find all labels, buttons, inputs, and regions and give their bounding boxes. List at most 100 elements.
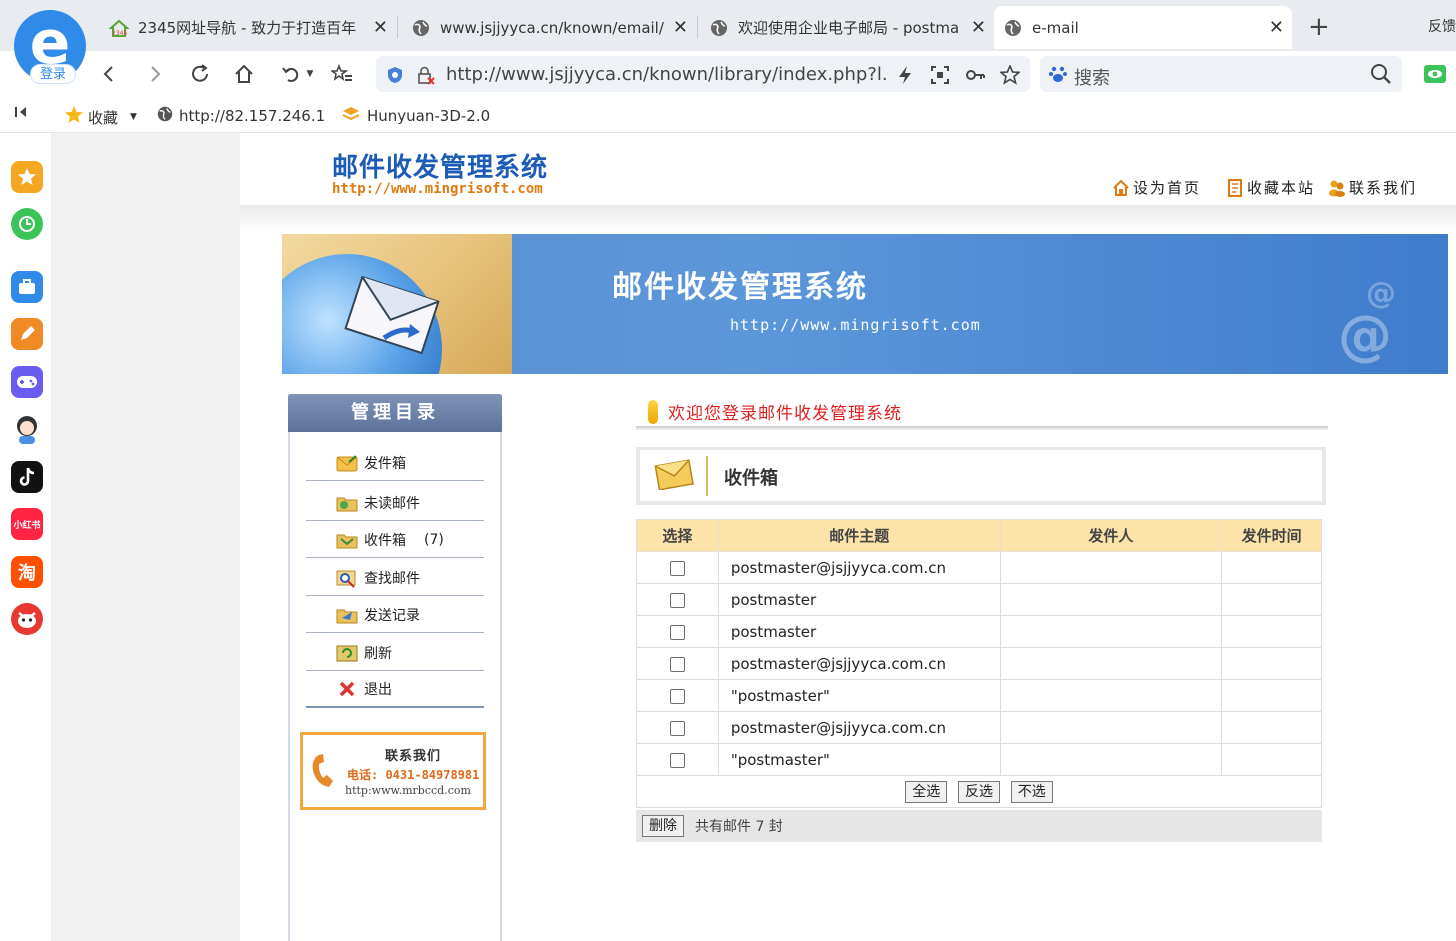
- row-checkbox[interactable]: [669, 624, 685, 640]
- avatar-icon[interactable]: [11, 413, 43, 445]
- menu-item-refresh[interactable]: 刷新: [306, 635, 484, 671]
- contact-us-box[interactable]: 联系我们 电话: 0431-84978981 http:www.mrbccd.c…: [300, 732, 486, 810]
- subject-cell[interactable]: "postmaster": [717, 743, 1001, 776]
- menu-item-outbox[interactable]: 发件箱: [306, 445, 484, 481]
- management-menu: 管理目录 发件箱 未读邮件 收件箱 (7) 查找邮件 发送记录 刷新 退出 联系…: [288, 394, 502, 941]
- browser-logo[interactable]: e 登录: [14, 10, 86, 84]
- mascot-icon[interactable]: [11, 603, 43, 635]
- url-text[interactable]: http://www.jsjjyyca.cn/known/library/ind…: [446, 64, 886, 85]
- pencil-icon[interactable]: [11, 318, 43, 350]
- menu-item-logout[interactable]: 退出: [306, 672, 484, 708]
- insecure-lock-icon[interactable]: [414, 64, 436, 86]
- globe-icon: [156, 105, 174, 127]
- new-tab-plus-icon[interactable]: +: [1308, 12, 1330, 42]
- favorites-star-icon[interactable]: [11, 161, 43, 193]
- eye-protection-icon[interactable]: [1420, 59, 1450, 89]
- table-row[interactable]: postmaster: [636, 583, 1322, 616]
- contact-us-link[interactable]: 联系我们: [1328, 177, 1417, 198]
- tiktok-icon[interactable]: [11, 461, 43, 493]
- row-checkbox[interactable]: [669, 720, 685, 736]
- menu-item-label: 发送记录: [364, 607, 420, 624]
- table-row[interactable]: postmaster@jsjjyyca.com.cn: [636, 711, 1322, 744]
- menu-item-send-log[interactable]: 发送记录: [306, 597, 484, 633]
- home-icon[interactable]: [229, 59, 259, 89]
- time-cell: [1221, 583, 1322, 616]
- delete-button[interactable]: 删除: [642, 815, 684, 837]
- table-row[interactable]: postmaster@jsjjyyca.com.cn: [636, 551, 1322, 584]
- search-placeholder[interactable]: 搜索: [1074, 64, 1110, 90]
- taobao-icon[interactable]: 淘: [11, 556, 43, 588]
- search-icon[interactable]: [1370, 63, 1392, 89]
- bookmark-favorites[interactable]: 收藏 ▼: [64, 105, 137, 129]
- bookmark-hunyuan[interactable]: Hunyuan-3D-2.0: [342, 105, 490, 127]
- close-icon[interactable]: ✕: [1269, 17, 1284, 38]
- bookmark-site-link[interactable]: 收藏本站: [1226, 177, 1315, 198]
- browser-login-badge[interactable]: 登录: [30, 64, 76, 84]
- gamepad-icon[interactable]: [11, 366, 43, 398]
- back-arrow-icon[interactable]: [94, 59, 124, 89]
- subject-cell[interactable]: postmaster@jsjjyyca.com.cn: [717, 647, 1001, 680]
- subject-cell[interactable]: postmaster@jsjjyyca.com.cn: [717, 711, 1001, 744]
- row-checkbox[interactable]: [669, 688, 685, 704]
- sidebar-toggle-icon[interactable]: [14, 105, 32, 119]
- row-checkbox[interactable]: [669, 560, 685, 576]
- search-box[interactable]: 搜索: [1040, 56, 1402, 92]
- menu-item-search-mail[interactable]: 查找邮件: [306, 560, 484, 596]
- forward-arrow-icon[interactable]: [140, 59, 170, 89]
- address-bar[interactable]: http://www.jsjjyyca.cn/known/library/ind…: [376, 56, 1030, 92]
- tab-email-active[interactable]: e-mail ✕: [994, 6, 1292, 49]
- time-cell: [1221, 743, 1322, 776]
- sender-cell: [999, 743, 1223, 776]
- bookmark-ip-link[interactable]: http://82.157.246.19: [156, 105, 325, 127]
- row-checkbox[interactable]: [669, 592, 685, 608]
- table-row[interactable]: "postmaster": [636, 679, 1322, 712]
- subject-cell[interactable]: postmaster: [717, 583, 1001, 616]
- tab-jsjjyyca-email[interactable]: www.jsjjyyca.cn/known/email/ ✕: [402, 6, 696, 49]
- globe-icon: [708, 17, 730, 39]
- clock-icon[interactable]: [11, 208, 43, 240]
- favorites-list-icon[interactable]: [327, 59, 357, 89]
- menu-item-inbox[interactable]: 收件箱 (7): [306, 522, 484, 558]
- bookmark-star-icon[interactable]: [999, 64, 1021, 86]
- table-row[interactable]: "postmaster": [636, 743, 1322, 776]
- subject-cell[interactable]: postmaster@jsjjyyca.com.cn: [717, 551, 1001, 584]
- select-all-button[interactable]: 全选: [905, 780, 948, 803]
- menu-item-unread[interactable]: 未读邮件: [306, 485, 484, 521]
- close-icon[interactable]: ✕: [673, 17, 688, 38]
- site-logo-title[interactable]: 邮件收发管理系统: [332, 147, 548, 184]
- table-row[interactable]: postmaster: [636, 615, 1322, 648]
- tab-enterprise-mail[interactable]: 欢迎使用企业电子邮局 - postma ✕: [700, 6, 994, 49]
- reload-icon[interactable]: [185, 59, 215, 89]
- people-icon: [1328, 179, 1346, 197]
- xiaohongshu-icon[interactable]: 小红书: [11, 508, 43, 540]
- set-homepage-link[interactable]: 设为首页: [1112, 177, 1201, 198]
- bookmark-page-icon: [1226, 178, 1244, 197]
- app-sidebar-rail: 小红书 淘: [0, 133, 52, 941]
- key-icon[interactable]: [964, 64, 986, 86]
- row-checkbox[interactable]: [669, 752, 685, 768]
- unread-folder-icon: [336, 493, 358, 513]
- column-header-sender: 发件人: [999, 519, 1223, 552]
- toolbox-icon[interactable]: [11, 271, 43, 303]
- screenshot-icon[interactable]: [929, 64, 951, 86]
- close-icon[interactable]: ✕: [971, 17, 986, 38]
- row-checkbox[interactable]: [669, 656, 685, 672]
- subject-cell[interactable]: postmaster: [717, 615, 1001, 648]
- sender-cell: [999, 647, 1223, 680]
- table-row[interactable]: postmaster@jsjjyyca.com.cn: [636, 647, 1322, 680]
- feedback-link[interactable]: 反馈: [1428, 16, 1456, 36]
- star-icon: [64, 105, 84, 129]
- svg-text:2345: 2345: [112, 30, 127, 37]
- lightning-icon[interactable]: [894, 64, 916, 86]
- subject-cell[interactable]: "postmaster": [717, 679, 1001, 712]
- invert-selection-button[interactable]: 反选: [958, 780, 1000, 803]
- shield-icon[interactable]: [384, 64, 406, 86]
- select-none-button[interactable]: 不选: [1010, 780, 1053, 803]
- undo-dropdown-chevron-icon[interactable]: ▼: [302, 59, 318, 89]
- header-divider: [240, 205, 1456, 233]
- close-icon[interactable]: ✕: [373, 17, 388, 38]
- banner-title: 邮件收发管理系统: [612, 270, 868, 305]
- tab-2345[interactable]: 2345 2345网址导航 - 致力于打造百年 ✕: [100, 6, 396, 49]
- select-cell: [636, 551, 719, 584]
- menu-heading: 管理目录: [288, 394, 502, 432]
